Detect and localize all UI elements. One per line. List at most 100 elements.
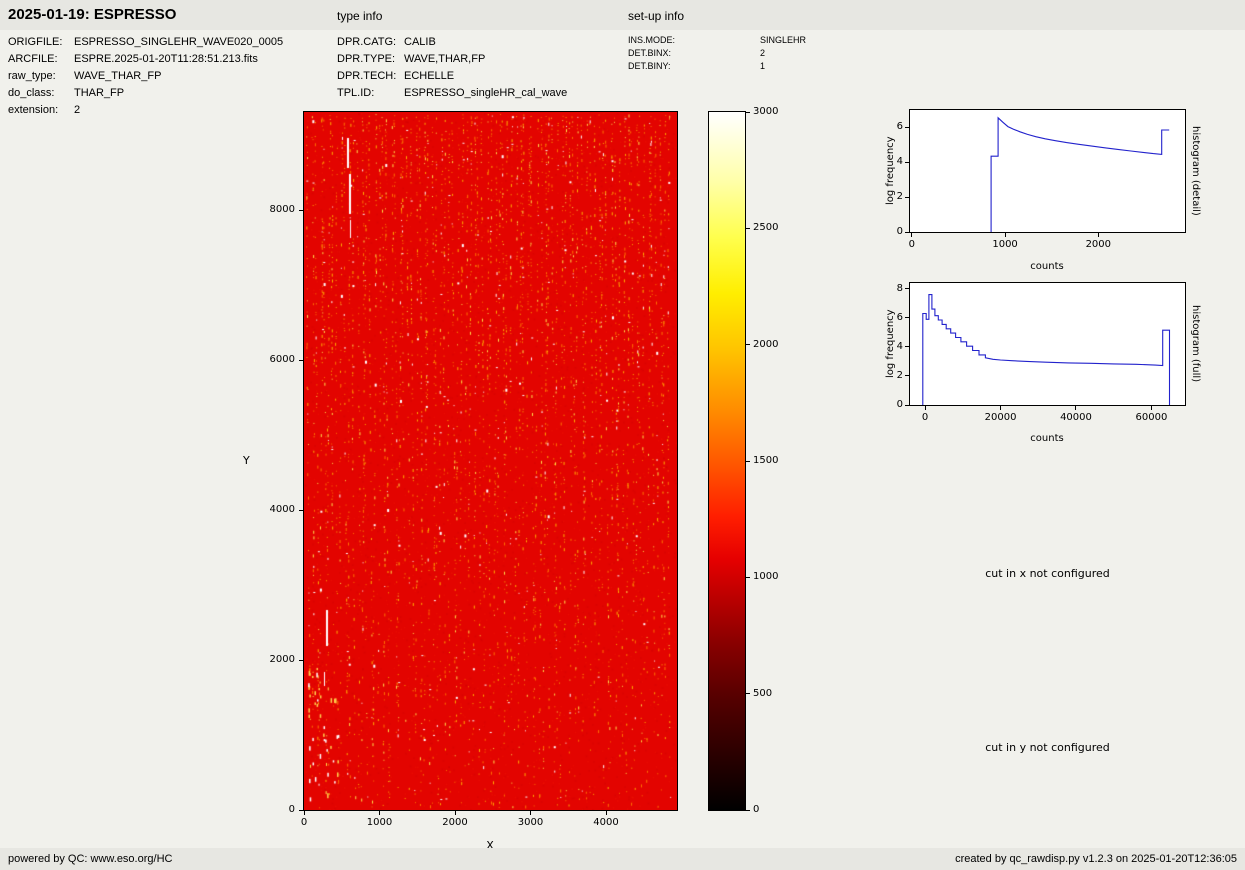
tick-label: 2000 bbox=[753, 339, 793, 351]
field-value: 2 bbox=[760, 47, 765, 60]
tick-mark bbox=[746, 228, 750, 229]
hist-detail-xlabel: counts bbox=[1017, 261, 1077, 272]
type-info-heading: type info bbox=[337, 9, 382, 23]
tick-label: 4 bbox=[885, 341, 903, 353]
tick-label: 3000 bbox=[501, 817, 561, 829]
field-label: DET.BINY: bbox=[628, 60, 760, 73]
tick-mark bbox=[299, 360, 303, 361]
footer-left-text: powered by QC: www.eso.org/HC bbox=[8, 853, 172, 865]
type-info-row: TPL.ID: ESPRESSO_singleHR_cal_wave bbox=[337, 85, 627, 102]
file-info-block: ORIGFILE: ESPRESSO_SINGLEHR_WAVE020_0005… bbox=[8, 34, 338, 119]
field-value: THAR_FP bbox=[74, 85, 124, 102]
header-band: 2025-01-19: ESPRESSO type info set-up in… bbox=[0, 0, 1245, 30]
tick-mark bbox=[905, 232, 909, 233]
tick-label: 2500 bbox=[753, 222, 793, 234]
field-label: DPR.TYPE: bbox=[337, 51, 404, 68]
tick-mark bbox=[299, 210, 303, 211]
raw-frame-image bbox=[304, 112, 677, 810]
field-label: DET.BINX: bbox=[628, 47, 760, 60]
setup-info-heading: set-up info bbox=[628, 9, 684, 23]
field-value: ECHELLE bbox=[404, 68, 454, 85]
cut-y-note: cut in y not configured bbox=[910, 741, 1185, 754]
page-title: 2025-01-19: ESPRESSO bbox=[8, 6, 176, 23]
tick-mark bbox=[905, 405, 909, 406]
histogram_detail-line bbox=[910, 110, 1185, 232]
tick-mark bbox=[905, 288, 909, 289]
file-info-row: ARCFILE: ESPRE.2025-01-20T11:28:51.213.f… bbox=[8, 51, 338, 68]
tick-mark bbox=[1098, 233, 1099, 237]
field-value: WAVE,THAR,FP bbox=[404, 51, 485, 68]
field-value: 2 bbox=[74, 102, 80, 119]
tick-mark bbox=[746, 112, 750, 113]
tick-label: 2000 bbox=[257, 654, 295, 666]
setup-info-row: DET.BINX: 2 bbox=[628, 47, 888, 60]
colorbar bbox=[709, 112, 745, 810]
tick-mark bbox=[746, 344, 750, 345]
tick-label: 1000 bbox=[753, 571, 793, 583]
hist-detail-plot bbox=[910, 110, 1185, 232]
tick-label: 1000 bbox=[350, 817, 410, 829]
setup-info-row: DET.BINY: 1 bbox=[628, 60, 888, 73]
tick-mark bbox=[746, 577, 750, 578]
tick-mark bbox=[1151, 406, 1152, 410]
footer-right-text: created by qc_rawdisp.py v1.2.3 on 2025-… bbox=[955, 853, 1237, 865]
tick-label: 2 bbox=[885, 191, 903, 203]
field-label: ORIGFILE: bbox=[8, 34, 74, 51]
tick-mark bbox=[1000, 406, 1001, 410]
tick-label: 6000 bbox=[257, 354, 295, 366]
field-value: CALIB bbox=[404, 34, 436, 51]
tick-label: 2000 bbox=[425, 817, 485, 829]
footer-band: powered by QC: www.eso.org/HC created by… bbox=[0, 848, 1245, 870]
tick-label: 0 bbox=[885, 399, 903, 411]
field-value: WAVE_THAR_FP bbox=[74, 68, 161, 85]
tick-mark bbox=[1005, 233, 1006, 237]
tick-mark bbox=[911, 233, 912, 237]
hist-full-plot bbox=[910, 283, 1185, 405]
field-label: raw_type: bbox=[8, 68, 74, 85]
raw-frame-canvas bbox=[304, 112, 677, 810]
tick-mark bbox=[905, 127, 909, 128]
file-info-row: ORIGFILE: ESPRESSO_SINGLEHR_WAVE020_0005 bbox=[8, 34, 338, 51]
tick-mark bbox=[530, 811, 531, 815]
tick-label: 20000 bbox=[971, 412, 1031, 424]
tick-label: 60000 bbox=[1121, 412, 1181, 424]
tick-mark bbox=[1075, 406, 1076, 410]
tick-mark bbox=[925, 406, 926, 410]
tick-label: 0 bbox=[885, 226, 903, 238]
histogram_full-line bbox=[910, 283, 1185, 405]
qc-report-page: 2025-01-19: ESPRESSO type info set-up in… bbox=[0, 0, 1245, 870]
field-label: do_class: bbox=[8, 85, 74, 102]
field-value: 1 bbox=[760, 60, 765, 73]
tick-label: 4 bbox=[885, 156, 903, 168]
field-value: ESPRESSO_singleHR_cal_wave bbox=[404, 85, 567, 102]
tick-mark bbox=[746, 461, 750, 462]
tick-mark bbox=[379, 811, 380, 815]
tick-label: 0 bbox=[753, 804, 793, 816]
tick-mark bbox=[905, 346, 909, 347]
field-value: ESPRESSO_SINGLEHR_WAVE020_0005 bbox=[74, 34, 283, 51]
tick-mark bbox=[905, 162, 909, 163]
hist-full-right-label: histogram (full) bbox=[1189, 283, 1202, 405]
tick-mark bbox=[746, 693, 750, 694]
field-value: ESPRE.2025-01-20T11:28:51.213.fits bbox=[74, 51, 258, 68]
tick-label: 2000 bbox=[1068, 239, 1128, 251]
tick-mark bbox=[606, 811, 607, 815]
tick-label: 500 bbox=[753, 688, 793, 700]
tick-mark bbox=[905, 317, 909, 318]
setup-info-block: INS.MODE: SINGLEHR DET.BINX: 2 DET.BINY:… bbox=[628, 34, 888, 73]
field-label: DPR.CATG: bbox=[337, 34, 404, 51]
tick-label: 0 bbox=[882, 239, 942, 251]
tick-label: 6 bbox=[885, 312, 903, 324]
tick-label: 4000 bbox=[576, 817, 636, 829]
tick-mark bbox=[299, 810, 303, 811]
type-info-row: DPR.CATG: CALIB bbox=[337, 34, 627, 51]
field-value: SINGLEHR bbox=[760, 34, 806, 47]
tick-label: 0 bbox=[895, 412, 955, 424]
tick-mark bbox=[746, 810, 750, 811]
tick-label: 0 bbox=[274, 817, 334, 829]
tick-mark bbox=[905, 197, 909, 198]
field-label: extension: bbox=[8, 102, 74, 119]
tick-label: 4000 bbox=[257, 504, 295, 516]
cut-x-note: cut in x not configured bbox=[910, 567, 1185, 580]
type-info-row: DPR.TECH: ECHELLE bbox=[337, 68, 627, 85]
